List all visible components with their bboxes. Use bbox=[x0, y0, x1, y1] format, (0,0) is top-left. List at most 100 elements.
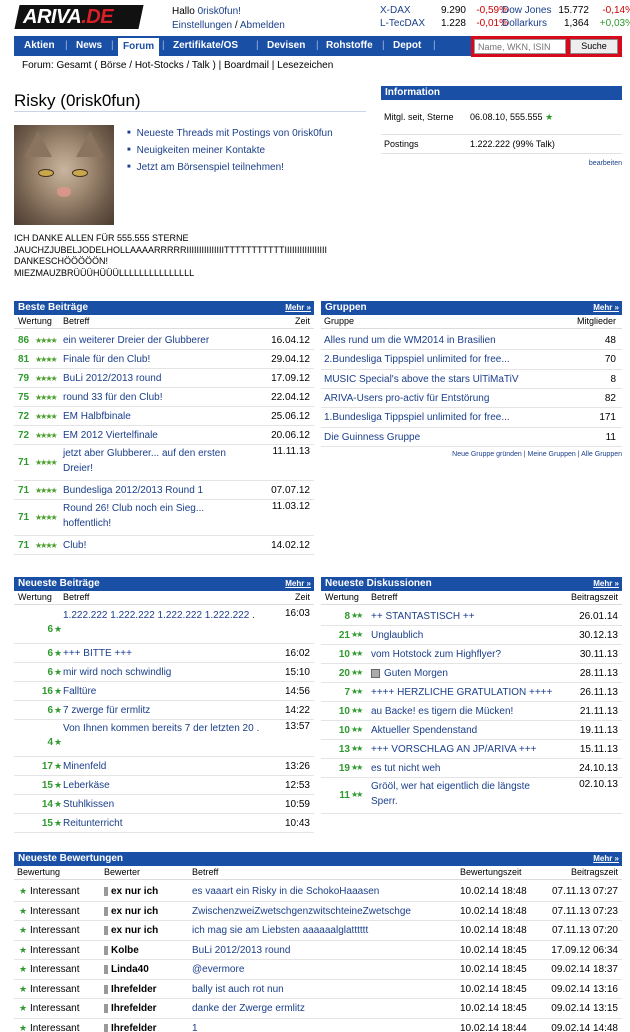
group-name-link[interactable]: ARIVA-Users pro-activ für Entstörung bbox=[324, 393, 489, 404]
post-subject-link[interactable]: jetzt aber Glubberer... auf den ersten D… bbox=[63, 446, 248, 476]
nav-rohstoffe[interactable]: Rohstoffe bbox=[326, 36, 373, 56]
group-row[interactable]: Die Guinness Gruppe 11 bbox=[321, 428, 622, 447]
discussion-row[interactable]: 10 ★★ Aktueller Spendenstand 19.11.13 bbox=[321, 721, 622, 740]
discussion-subject-link[interactable]: Grööl, wer hat eigentlich die längste Sp… bbox=[371, 779, 551, 809]
nav-news[interactable]: News bbox=[76, 36, 102, 56]
best-post-row[interactable]: 86 ★★★★ ein weiterer Dreier der Glubberer 1… bbox=[14, 331, 314, 350]
group-name-link[interactable]: 2.Bundesliga Tippspiel unlimited for fre… bbox=[324, 354, 510, 365]
post-subject-link[interactable]: Reitunterricht bbox=[63, 818, 122, 829]
post-subject-link[interactable]: round 33 für den Club! bbox=[63, 392, 163, 403]
discussion-subject-link[interactable]: es tut nicht weh bbox=[371, 763, 440, 774]
post-subject-link[interactable]: Bundesliga 2012/2013 Round 1 bbox=[63, 485, 203, 496]
rater-name[interactable]: Ihrefelder bbox=[111, 1023, 157, 1032]
discussion-subject-link[interactable]: +++ VORSCHLAG AN JP/ARIVA +++ bbox=[371, 744, 536, 755]
rated-post-link[interactable]: ich mag sie am Liebsten aaaaaalglatttttt bbox=[192, 925, 368, 936]
group-row[interactable]: MUSIC Special's above the stars UlTiMaTi… bbox=[321, 370, 622, 389]
new-group-link[interactable]: Neue Gruppe gründen bbox=[452, 451, 522, 458]
post-subject-link[interactable]: Finale für den Club! bbox=[63, 354, 150, 365]
latest-discussions-more[interactable]: Mehr » bbox=[593, 577, 619, 591]
link-boersenspiel[interactable]: Jetzt am Börsenspiel teilnehmen! bbox=[137, 162, 284, 173]
rater-name[interactable]: Ihrefelder bbox=[111, 1003, 157, 1014]
group-name-link[interactable]: Die Guinness Gruppe bbox=[324, 432, 420, 443]
edit-link[interactable]: bearbeiten bbox=[589, 160, 622, 167]
best-posts-more[interactable]: Mehr » bbox=[285, 301, 311, 315]
post-subject-link[interactable]: Leberkäse bbox=[63, 780, 110, 791]
nav-zertifikate[interactable]: Zertifikate/OS bbox=[173, 36, 238, 56]
latest-post-row[interactable]: 15 ★ Reitunterricht 10:43 bbox=[14, 814, 314, 833]
search-button[interactable]: Suche bbox=[570, 39, 618, 54]
rating-row[interactable]: ★ Interessant ex nur ich ZwischenzweiZwetsc… bbox=[14, 902, 622, 921]
group-row[interactable]: Alles rund um die WM2014 in Brasilien 48 bbox=[321, 331, 622, 350]
discussion-subject-link[interactable]: Guten Morgen bbox=[384, 668, 448, 679]
rating-row[interactable]: ★ Interessant ex nur ich ich mag sie am Lie… bbox=[14, 921, 622, 940]
latest-post-row[interactable]: 16 ★ Falltüre 14:56 bbox=[14, 682, 314, 701]
rater-name[interactable]: ex nur ich bbox=[111, 925, 158, 936]
post-subject-link[interactable]: Minenfeld bbox=[63, 761, 106, 772]
discussion-row[interactable]: 7 ★★ ++++ HERZLICHE GRATULATION ++++ 26.11.… bbox=[321, 683, 622, 702]
subnav-boardmail[interactable]: Boardmail bbox=[224, 60, 269, 71]
post-subject-link[interactable]: BuLi 2012/2013 round bbox=[63, 373, 161, 384]
best-post-row[interactable]: 71 ★★★★ jetzt aber Glubberer... auf den er… bbox=[14, 445, 314, 481]
groups-more[interactable]: Mehr » bbox=[593, 301, 619, 315]
discussion-row[interactable]: 13 ★★ +++ VORSCHLAG AN JP/ARIVA +++ 15.11.1… bbox=[321, 740, 622, 759]
best-post-row[interactable]: 71 ★★★★ Bundesliga 2012/2013 Round 1 07.07.… bbox=[14, 481, 314, 500]
nav-aktien[interactable]: Aktien bbox=[24, 36, 55, 56]
quote-dowjones[interactable]: Dow Jones15.772-0,14% bbox=[502, 5, 630, 16]
discussion-subject-link[interactable]: ++ STANTASTISCH ++ bbox=[371, 611, 475, 622]
post-subject-link[interactable]: EM 2012 Viertelfinale bbox=[63, 430, 158, 441]
latest-post-row[interactable]: 6 ★ 1.222.222 1.222.222 1.222.222 1.222.22… bbox=[14, 607, 314, 644]
post-subject-link[interactable]: EM Halbfbinale bbox=[63, 411, 131, 422]
rating-row[interactable]: ★ Interessant Ihrefelder bally ist auch rot… bbox=[14, 980, 622, 999]
post-subject-link[interactable]: Club! bbox=[63, 540, 86, 551]
search-input[interactable] bbox=[474, 39, 566, 54]
group-name-link[interactable]: 1.Bundesliga Tippspiel unlimited for fre… bbox=[324, 412, 510, 423]
discussion-row[interactable]: 8 ★★ ++ STANTASTISCH ++ 26.01.14 bbox=[321, 607, 622, 626]
nav-depot[interactable]: Depot bbox=[393, 36, 421, 56]
latest-post-row[interactable]: 4 ★ Von Ihnen kommen bereits 7 der letzten… bbox=[14, 720, 314, 757]
rated-post-link[interactable]: es vaaart ein Risky in die SchokoHaaasen bbox=[192, 886, 379, 897]
post-subject-link[interactable]: Stuhlkissen bbox=[63, 799, 114, 810]
discussion-row[interactable]: 20 ★★ Guten Morgen 28.11.13 bbox=[321, 664, 622, 683]
rated-post-link[interactable]: 1 bbox=[192, 1023, 198, 1032]
latest-post-row[interactable]: 15 ★ Leberkäse 12:53 bbox=[14, 776, 314, 795]
discussion-row[interactable]: 10 ★★ au Backe! es tigern die Mücken! 21.11… bbox=[321, 702, 622, 721]
post-subject-link[interactable]: +++ BITTE +++ bbox=[63, 648, 132, 659]
my-groups-link[interactable]: Meine Gruppen bbox=[528, 451, 576, 458]
latest-posts-more[interactable]: Mehr » bbox=[285, 577, 311, 591]
best-post-row[interactable]: 75 ★★★★ round 33 für den Club! 22.04.12 bbox=[14, 388, 314, 407]
rater-name[interactable]: Ihrefelder bbox=[111, 984, 157, 995]
discussion-subject-link[interactable]: ++++ HERZLICHE GRATULATION ++++ bbox=[371, 687, 552, 698]
latest-post-row[interactable]: 6 ★ mir wird noch schwindlig 15:10 bbox=[14, 663, 314, 682]
latest-ratings-more[interactable]: Mehr » bbox=[593, 852, 619, 866]
rating-row[interactable]: ★ Interessant Ihrefelder danke der Zwerge e… bbox=[14, 999, 622, 1018]
post-subject-link[interactable]: Round 26! Club noch ein Sieg... hoffentl… bbox=[63, 501, 248, 531]
discussion-row[interactable]: 19 ★★ es tut nicht weh 24.10.13 bbox=[321, 759, 622, 778]
rated-post-link[interactable]: bally ist auch rot nun bbox=[192, 984, 284, 995]
link-threads[interactable]: Neueste Threads mit Postings von 0risk0f… bbox=[137, 128, 333, 139]
best-post-row[interactable]: 71 ★★★★ Club! 14.02.12 bbox=[14, 536, 314, 555]
group-row[interactable]: ARIVA-Users pro-activ für Entstörung 82 bbox=[321, 389, 622, 408]
rater-name[interactable]: Linda40 bbox=[111, 964, 149, 975]
group-row[interactable]: 2.Bundesliga Tippspiel unlimited for fre… bbox=[321, 350, 622, 369]
post-subject-link[interactable]: Falltüre bbox=[63, 686, 96, 697]
discussion-row[interactable]: 11 ★★ Grööl, wer hat eigentlich die längst… bbox=[321, 778, 622, 814]
latest-post-row[interactable]: 14 ★ Stuhlkissen 10:59 bbox=[14, 795, 314, 814]
discussion-subject-link[interactable]: au Backe! es tigern die Mücken! bbox=[371, 706, 513, 717]
best-post-row[interactable]: 71 ★★★★ Round 26! Club noch ein Sieg... ho… bbox=[14, 500, 314, 536]
rater-name[interactable]: ex nur ich bbox=[111, 886, 158, 897]
rated-post-link[interactable]: ZwischenzweiZwetschgenzwitschteineZwetsc… bbox=[192, 906, 411, 917]
nav-devisen[interactable]: Devisen bbox=[267, 36, 305, 56]
discussion-row[interactable]: 21 ★★ Unglaublich 30.12.13 bbox=[321, 626, 622, 645]
logout-link[interactable]: Abmelden bbox=[240, 20, 285, 31]
link-contacts[interactable]: Neuigkeiten meiner Kontakte bbox=[137, 145, 265, 156]
subnav-boerse[interactable]: Börse bbox=[100, 60, 126, 71]
post-subject-link[interactable]: 7 zwerge für ermlitz bbox=[63, 705, 150, 716]
discussion-subject-link[interactable]: vom Hotstock zum Highflyer? bbox=[371, 649, 501, 660]
subnav-talk[interactable]: Talk bbox=[192, 60, 210, 71]
subnav-gesamt[interactable]: Gesamt bbox=[56, 60, 91, 71]
rated-post-link[interactable]: @evermore bbox=[192, 964, 244, 975]
best-post-row[interactable]: 72 ★★★★ EM Halbfbinale 25.06.12 bbox=[14, 407, 314, 426]
rater-name[interactable]: ex nur ich bbox=[111, 906, 158, 917]
rated-post-link[interactable]: BuLi 2012/2013 round bbox=[192, 945, 290, 956]
quote-dollarkurs[interactable]: Dollarkurs1,364+0,03% bbox=[502, 18, 630, 29]
